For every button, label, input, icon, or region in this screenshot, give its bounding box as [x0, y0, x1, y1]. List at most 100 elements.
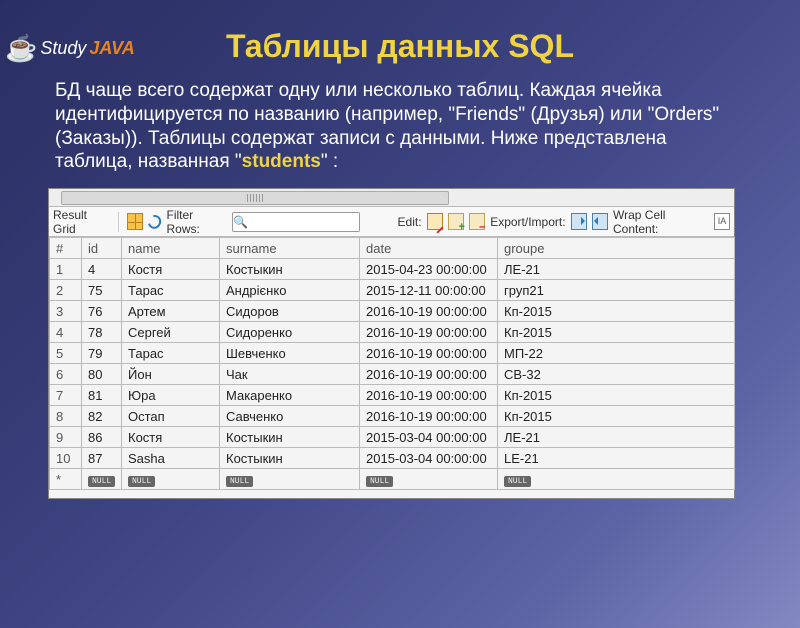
table-row-new[interactable]: *NULLNULLNULLNULLNULL [50, 469, 735, 490]
cell-groupe[interactable]: NULL [498, 469, 735, 490]
cell-surname[interactable]: Шевченко [220, 343, 360, 364]
table-row[interactable]: 1087SashaКостыкин2015-03-04 00:00:00LE-2… [50, 448, 735, 469]
cell-n[interactable]: 6 [50, 364, 82, 385]
add-row-icon[interactable] [448, 213, 464, 230]
cell-date[interactable]: 2015-12-11 00:00:00 [360, 280, 498, 301]
cell-date[interactable]: 2015-04-23 00:00:00 [360, 259, 498, 280]
cell-id[interactable]: 81 [82, 385, 122, 406]
cell-n[interactable]: 3 [50, 301, 82, 322]
cell-name[interactable]: Сергей [122, 322, 220, 343]
null-badge: NULL [88, 476, 115, 487]
cell-id[interactable]: 78 [82, 322, 122, 343]
cell-name[interactable]: NULL [122, 469, 220, 490]
cell-groupe[interactable]: груп21 [498, 280, 735, 301]
cell-groupe[interactable]: ЛЕ-21 [498, 259, 735, 280]
cell-groupe[interactable]: СВ-32 [498, 364, 735, 385]
grid-icon[interactable] [127, 213, 143, 230]
cell-n[interactable]: 10 [50, 448, 82, 469]
cell-name[interactable]: Йон [122, 364, 220, 385]
table-row[interactable]: 579ТарасШевченко2016-10-19 00:00:00МП-22 [50, 343, 735, 364]
cell-groupe[interactable]: ЛЕ-21 [498, 427, 735, 448]
col-header-date[interactable]: date [360, 238, 498, 259]
desc-highlight: students [242, 151, 321, 172]
table-row[interactable]: 478СергейСидоренко2016-10-19 00:00:00Кп-… [50, 322, 735, 343]
cell-date[interactable]: 2016-10-19 00:00:00 [360, 364, 498, 385]
cell-date[interactable]: 2015-03-04 00:00:00 [360, 427, 498, 448]
scrollbar-thumb[interactable] [61, 191, 449, 205]
cell-name[interactable]: Костя [122, 259, 220, 280]
cell-groupe[interactable]: LE-21 [498, 448, 735, 469]
cell-name[interactable]: Тарас [122, 343, 220, 364]
cell-id[interactable]: 80 [82, 364, 122, 385]
cell-name[interactable]: Артем [122, 301, 220, 322]
cell-surname[interactable]: Макаренко [220, 385, 360, 406]
wrap-cell-icon[interactable] [714, 213, 730, 230]
cell-groupe[interactable]: МП-22 [498, 343, 735, 364]
cell-date[interactable]: NULL [360, 469, 498, 490]
cell-surname[interactable]: Сидоренко [220, 322, 360, 343]
table-row[interactable]: 781ЮраМакаренко2016-10-19 00:00:00Кп-201… [50, 385, 735, 406]
cell-id[interactable]: 79 [82, 343, 122, 364]
table-row[interactable]: 275ТарасАндрієнко2015-12-11 00:00:00груп… [50, 280, 735, 301]
cell-n[interactable]: 1 [50, 259, 82, 280]
table-row[interactable]: 376АртемСидоров2016-10-19 00:00:00Кп-201… [50, 301, 735, 322]
refresh-icon[interactable] [145, 212, 164, 231]
cell-surname[interactable]: Костыкин [220, 259, 360, 280]
cell-date[interactable]: 2016-10-19 00:00:00 [360, 406, 498, 427]
cell-n[interactable]: 7 [50, 385, 82, 406]
cell-surname[interactable]: Сидоров [220, 301, 360, 322]
cell-name[interactable]: Костя [122, 427, 220, 448]
cell-date[interactable]: 2016-10-19 00:00:00 [360, 322, 498, 343]
table-row[interactable]: 986КостяКостыкин2015-03-04 00:00:00ЛЕ-21 [50, 427, 735, 448]
filter-rows-field[interactable]: 🔍 [232, 212, 360, 232]
cell-id[interactable]: 87 [82, 448, 122, 469]
edit-icon[interactable] [427, 213, 443, 230]
col-header-id[interactable]: id [82, 238, 122, 259]
cell-n[interactable]: 2 [50, 280, 82, 301]
cell-groupe[interactable]: Кп-2015 [498, 322, 735, 343]
cell-id[interactable]: NULL [82, 469, 122, 490]
cell-name[interactable]: Тарас [122, 280, 220, 301]
cell-n[interactable]: 9 [50, 427, 82, 448]
cell-date[interactable]: 2016-10-19 00:00:00 [360, 301, 498, 322]
horizontal-scrollbar[interactable] [49, 189, 734, 207]
cell-surname[interactable]: Костыкин [220, 448, 360, 469]
cell-surname[interactable]: NULL [220, 469, 360, 490]
col-header-groupe[interactable]: groupe [498, 238, 735, 259]
logo-java: JAVA [89, 38, 134, 59]
table-row[interactable]: 14КостяКостыкин2015-04-23 00:00:00ЛЕ-21 [50, 259, 735, 280]
cell-groupe[interactable]: Кп-2015 [498, 301, 735, 322]
cell-date[interactable]: 2016-10-19 00:00:00 [360, 343, 498, 364]
import-icon[interactable] [592, 213, 608, 230]
cell-n[interactable]: 8 [50, 406, 82, 427]
cell-name[interactable]: Юра [122, 385, 220, 406]
cell-n[interactable]: * [50, 469, 82, 490]
cell-date[interactable]: 2015-03-04 00:00:00 [360, 448, 498, 469]
table-row[interactable]: 882ОстапСавченко2016-10-19 00:00:00Кп-20… [50, 406, 735, 427]
cell-id[interactable]: 4 [82, 259, 122, 280]
cell-n[interactable]: 5 [50, 343, 82, 364]
table-row[interactable]: 680ЙонЧак2016-10-19 00:00:00СВ-32 [50, 364, 735, 385]
cell-groupe[interactable]: Кп-2015 [498, 406, 735, 427]
col-header-name[interactable]: name [122, 238, 220, 259]
delete-row-icon[interactable] [469, 213, 485, 230]
cell-date[interactable]: 2016-10-19 00:00:00 [360, 385, 498, 406]
col-header-surname[interactable]: surname [220, 238, 360, 259]
cell-surname[interactable]: Андрієнко [220, 280, 360, 301]
cell-surname[interactable]: Чак [220, 364, 360, 385]
cell-n[interactable]: 4 [50, 322, 82, 343]
cell-groupe[interactable]: Кп-2015 [498, 385, 735, 406]
export-icon[interactable] [571, 213, 587, 230]
filter-rows-input[interactable] [249, 213, 359, 231]
cell-id[interactable]: 76 [82, 301, 122, 322]
col-header-num[interactable]: # [50, 238, 82, 259]
cell-id[interactable]: 75 [82, 280, 122, 301]
cell-id[interactable]: 86 [82, 427, 122, 448]
cell-surname[interactable]: Савченко [220, 406, 360, 427]
cell-name[interactable]: Остап [122, 406, 220, 427]
cell-name[interactable]: Sasha [122, 448, 220, 469]
filter-rows-label: Filter Rows: [167, 208, 227, 236]
cell-id[interactable]: 82 [82, 406, 122, 427]
cell-surname[interactable]: Костыкин [220, 427, 360, 448]
export-import-label: Export/Import: [490, 215, 565, 229]
